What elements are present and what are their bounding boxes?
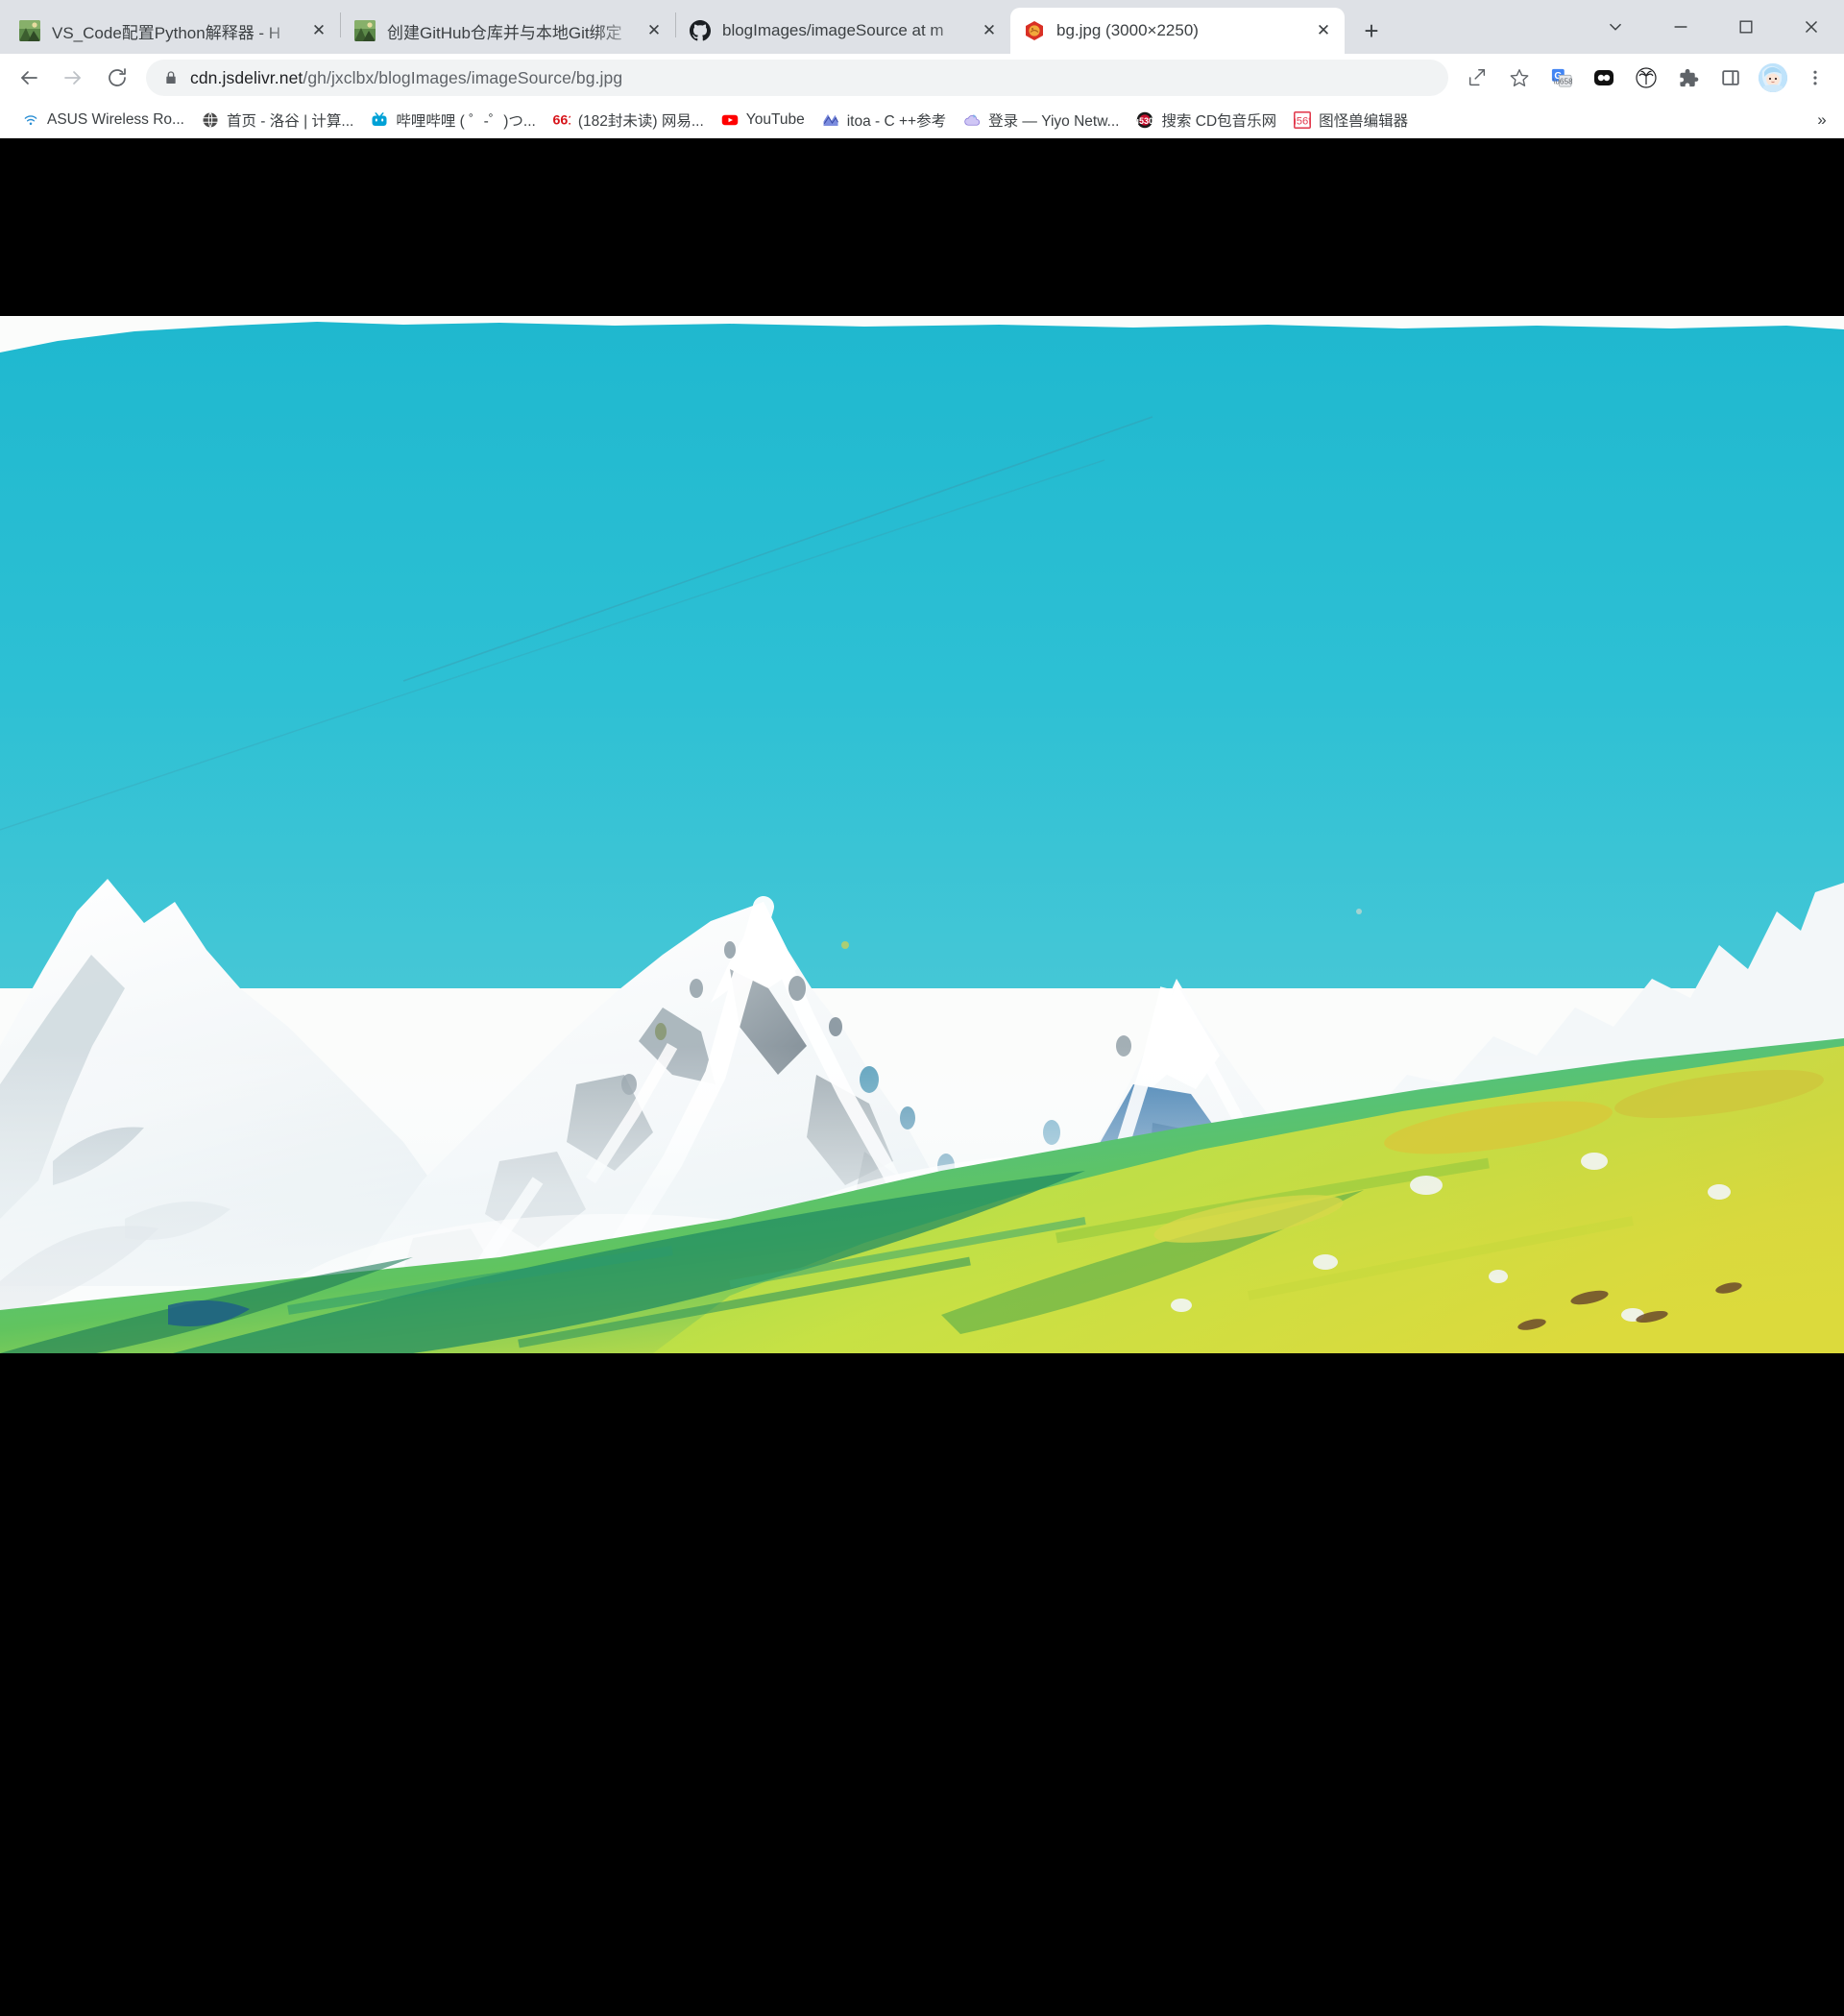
tab-github-repo-guide[interactable]: 创建GitHub仓库并与本地Git绑定 ✕	[341, 8, 675, 54]
globe-icon	[202, 111, 219, 129]
bookmark-label: 搜索 CD包音乐网	[1161, 112, 1277, 130]
cdbao-icon: \u5305	[1136, 111, 1153, 129]
svg-text:\u56fe: \u56fe	[1294, 115, 1311, 127]
cppreference-icon	[821, 110, 839, 129]
toolbar-actions: G \u6587	[1458, 59, 1834, 97]
photo-thumb-favicon	[354, 20, 376, 41]
bookmark-item-luogu[interactable]: 首页 - 洛谷 | 计算...	[193, 105, 362, 135]
cloud-icon	[963, 111, 981, 129]
watercolor-landscape-art	[0, 316, 1844, 1353]
tab-vscode-python[interactable]: VS_Code配置Python解释器 - H ✕	[6, 8, 340, 54]
bookmarks-overflow-button[interactable]: »	[1808, 106, 1836, 134]
tab-close-button[interactable]: ✕	[305, 17, 332, 44]
share-icon[interactable]	[1458, 59, 1496, 97]
tab-title: bg.jpg (3000×2250)	[1056, 21, 1199, 39]
bookmark-item-yiyo-network[interactable]: 登录 — Yiyo Netw...	[955, 105, 1128, 135]
tab-title: blogImages/imageSource at m	[722, 21, 944, 39]
bilibili-icon	[371, 111, 388, 129]
bookmark-star-icon[interactable]	[1500, 59, 1539, 97]
bookmark-label: ASUS Wireless Ro...	[47, 110, 184, 128]
youtube-icon	[721, 111, 739, 129]
palm-tree-extension-icon[interactable]	[1627, 59, 1665, 97]
tab-title: VS_Code配置Python解释器 - H	[52, 23, 281, 42]
bookmark-item-cdbao-music[interactable]: \u5305 搜索 CD包音乐网	[1128, 105, 1285, 135]
bookmark-item-youtube[interactable]: YouTube	[713, 107, 813, 134]
tab-blogimages-imagesource[interactable]: blogImages/imageSource at m ✕	[676, 8, 1010, 54]
url-path: /gh/jxclbx/blogImages/imageSource/bg.jpg	[303, 67, 623, 87]
bookmark-item-tuguaishou[interactable]: \u56fe 图怪兽编辑器	[1285, 105, 1417, 135]
new-tab-button[interactable]: +	[1352, 12, 1391, 50]
svg-text:\u6587: \u6587	[1553, 77, 1572, 85]
bookmark-item-asus[interactable]: ASUS Wireless Ro...	[13, 107, 193, 134]
bookmark-label: 首页 - 洛谷 | 计算...	[226, 112, 354, 130]
tab-close-button[interactable]: ✕	[641, 17, 667, 44]
window-controls	[1583, 0, 1844, 54]
tab-close-button[interactable]: ✕	[1310, 17, 1337, 44]
photo-thumb-favicon	[19, 20, 40, 41]
bookmarks-bar: ASUS Wireless Ro... 首页 - 洛谷 | 计算... 哔哩哔哩…	[0, 102, 1844, 138]
browser-window: VS_Code配置Python解释器 - H ✕ 创建GitHub仓库并与本地G…	[0, 0, 1844, 2016]
back-button[interactable]	[8, 57, 50, 99]
tab-strip: VS_Code配置Python解释器 - H ✕ 创建GitHub仓库并与本地G…	[0, 0, 1844, 54]
flickr-extension-icon[interactable]	[1585, 59, 1623, 97]
github-icon	[690, 20, 711, 41]
bookmark-label: YouTube	[745, 110, 805, 128]
google-translate-icon[interactable]: G \u6587	[1542, 59, 1581, 97]
bookmark-item-cppreference[interactable]: itoa - C ++参考	[813, 105, 955, 135]
bookmark-label: 登录 — Yiyo Netw...	[988, 112, 1120, 130]
bookmark-item-netease-mail[interactable]: \u6613 (182封未读) 网易...	[545, 105, 713, 135]
url-domain: cdn.jsdelivr.net	[190, 67, 303, 87]
bookmark-label: 图怪兽编辑器	[1319, 112, 1409, 130]
lock-icon	[163, 70, 179, 85]
browser-toolbar: cdn.jsdelivr.net/gh/jxclbx/blogImages/im…	[0, 54, 1844, 102]
tab-bg-jpg[interactable]: bg.jpg (3000×2250) ✕	[1010, 8, 1345, 54]
jpg-file-icon	[1024, 20, 1045, 41]
tab-search-button[interactable]	[1583, 0, 1648, 54]
bookmark-label: (182封未读) 网易...	[577, 112, 704, 130]
extensions-puzzle-icon[interactable]	[1669, 59, 1708, 97]
reload-button[interactable]	[96, 57, 138, 99]
minimize-button[interactable]	[1648, 0, 1713, 54]
address-bar[interactable]: cdn.jsdelivr.net/gh/jxclbx/blogImages/im…	[146, 60, 1448, 96]
close-button[interactable]	[1779, 0, 1844, 54]
bookmark-label: itoa - C ++参考	[846, 112, 947, 130]
avatar	[1759, 63, 1787, 92]
maximize-button[interactable]	[1713, 0, 1779, 54]
bookmark-item-bilibili[interactable]: 哔哩哔哩 ( ゜-゜)つ...	[362, 105, 545, 135]
svg-text:\u5305: \u5305	[1136, 115, 1153, 125]
image-viewer-content	[0, 138, 1844, 2016]
url-text: cdn.jsdelivr.net/gh/jxclbx/blogImages/im…	[190, 68, 622, 88]
bg-jpg-image[interactable]	[0, 316, 1844, 1353]
side-panel-icon[interactable]	[1711, 59, 1750, 97]
bookmark-label: 哔哩哔哩 ( ゜-゜)つ...	[396, 112, 536, 130]
svg-text:\u6613: \u6613	[553, 112, 570, 128]
wifi-icon	[22, 111, 39, 129]
tab-title: 创建GitHub仓库并与本地Git绑定	[387, 23, 622, 42]
netease-mail-icon: \u6613	[553, 111, 570, 129]
chrome-menu-icon[interactable]	[1796, 59, 1834, 97]
tuguaishou-icon: \u56fe	[1294, 110, 1312, 129]
profile-avatar[interactable]	[1754, 59, 1792, 97]
tab-close-button[interactable]: ✕	[976, 17, 1003, 44]
forward-button[interactable]	[52, 57, 94, 99]
